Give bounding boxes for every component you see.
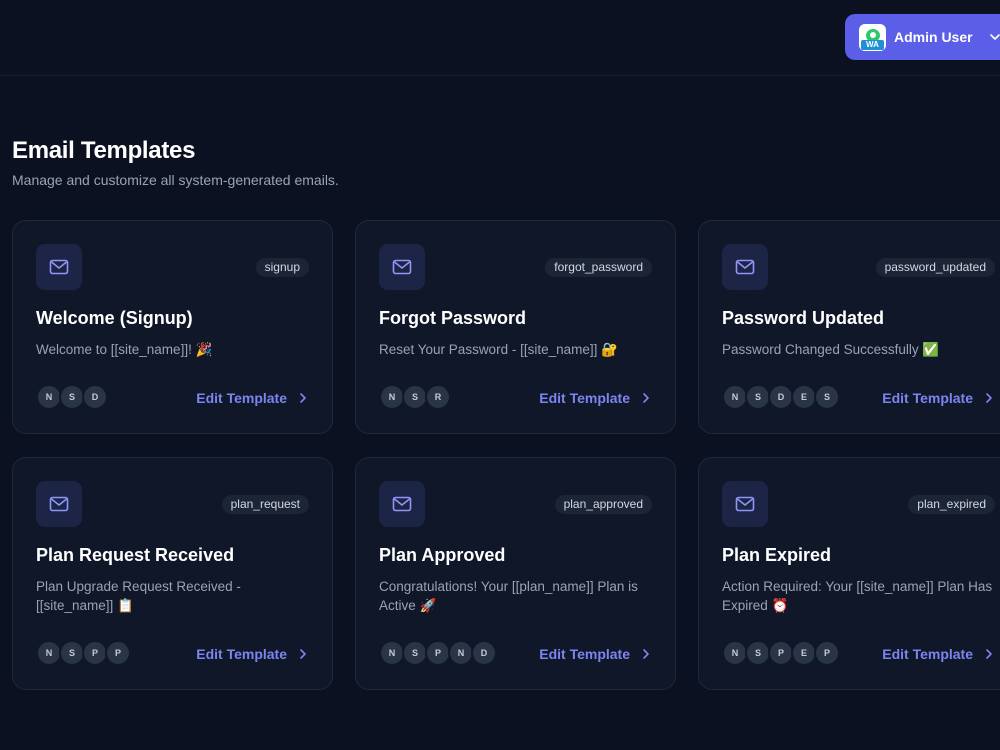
template-card[interactable]: plan_approved Plan Approved Congratulati… [355, 457, 676, 690]
template-card[interactable]: signup Welcome (Signup) Welcome to [[sit… [12, 220, 333, 434]
template-slug-badge: forgot_password [545, 258, 652, 277]
template-slug-badge: password_updated [875, 258, 995, 277]
variable-avatars: NSR [379, 384, 451, 410]
template-title: Forgot Password [379, 308, 527, 328]
avatar: D [471, 640, 497, 666]
template-card[interactable]: plan_request Plan Request Received Plan … [12, 457, 333, 690]
avatar: P [105, 640, 131, 666]
template-slug-badge: plan_expired [908, 495, 995, 514]
user-menu-button[interactable]: WA Admin User [845, 14, 1000, 60]
chevron-right-icon [300, 393, 306, 403]
mail-icon [36, 244, 82, 290]
variable-avatars: NSPND [379, 640, 497, 666]
top-bar: WA Admin User [0, 0, 1000, 76]
template-slug-badge: plan_approved [554, 495, 652, 514]
edit-template-label: Edit Template [539, 646, 630, 662]
user-name: Admin User [894, 29, 973, 45]
chevron-right-icon [643, 649, 649, 659]
mail-icon [379, 481, 425, 527]
page-subtitle: Manage and customize all system-generate… [12, 172, 339, 188]
avatar: R [425, 384, 451, 410]
template-card[interactable]: forgot_password Forgot Password Reset Yo… [355, 220, 676, 434]
template-slug-badge: signup [255, 258, 309, 277]
edit-template-link[interactable]: Edit Template [196, 646, 309, 662]
template-subject: Password Changed Successfully ✅ [722, 342, 940, 357]
chevron-right-icon [300, 649, 306, 659]
variable-avatars: NSPEP [722, 640, 840, 666]
template-subject: Action Required: Your [[site_name]] Plan… [722, 579, 993, 613]
template-subject: Welcome to [[site_name]]! 🎉 [36, 342, 213, 357]
edit-template-label: Edit Template [196, 646, 287, 662]
mail-icon [722, 481, 768, 527]
chevron-down-icon [989, 34, 1000, 40]
template-slug-badge: plan_request [221, 495, 309, 514]
avatar: D [82, 384, 108, 410]
chevron-right-icon [986, 393, 992, 403]
variable-avatars: NSD [36, 384, 108, 410]
template-title: Welcome (Signup) [36, 308, 193, 328]
avatar: P [814, 640, 840, 666]
template-subject: Reset Your Password - [[site_name]] 🔐 [379, 342, 618, 357]
chevron-right-icon [986, 649, 992, 659]
page-title: Email Templates [12, 137, 196, 164]
app-logo-icon: WA [859, 23, 886, 51]
edit-template-link[interactable]: Edit Template [539, 390, 652, 406]
template-subject: Congratulations! Your [[plan_name]] Plan… [379, 579, 638, 613]
mail-icon [722, 244, 768, 290]
chevron-right-icon [643, 393, 649, 403]
edit-template-label: Edit Template [196, 390, 287, 406]
template-card[interactable]: plan_expired Plan Expired Action Require… [698, 457, 1000, 690]
template-title: Password Updated [722, 308, 885, 328]
edit-template-link[interactable]: Edit Template [196, 390, 309, 406]
edit-template-label: Edit Template [882, 390, 973, 406]
template-card[interactable]: password_updated Password Updated Passwo… [698, 220, 1000, 434]
edit-template-link[interactable]: Edit Template [539, 646, 652, 662]
template-title: Plan Expired [722, 545, 832, 565]
edit-template-label: Edit Template [539, 390, 630, 406]
template-title: Plan Request Received [36, 545, 235, 565]
template-title: Plan Approved [379, 545, 506, 565]
variable-avatars: NSPP [36, 640, 131, 666]
variable-avatars: NSDES [722, 384, 840, 410]
edit-template-link[interactable]: Edit Template [882, 646, 995, 662]
edit-template-label: Edit Template [882, 646, 973, 662]
mail-icon [379, 244, 425, 290]
template-subject: Plan Upgrade Request Received - [[site_n… [36, 579, 241, 613]
edit-template-link[interactable]: Edit Template [882, 390, 995, 406]
avatar: S [814, 384, 840, 410]
mail-icon [36, 481, 82, 527]
